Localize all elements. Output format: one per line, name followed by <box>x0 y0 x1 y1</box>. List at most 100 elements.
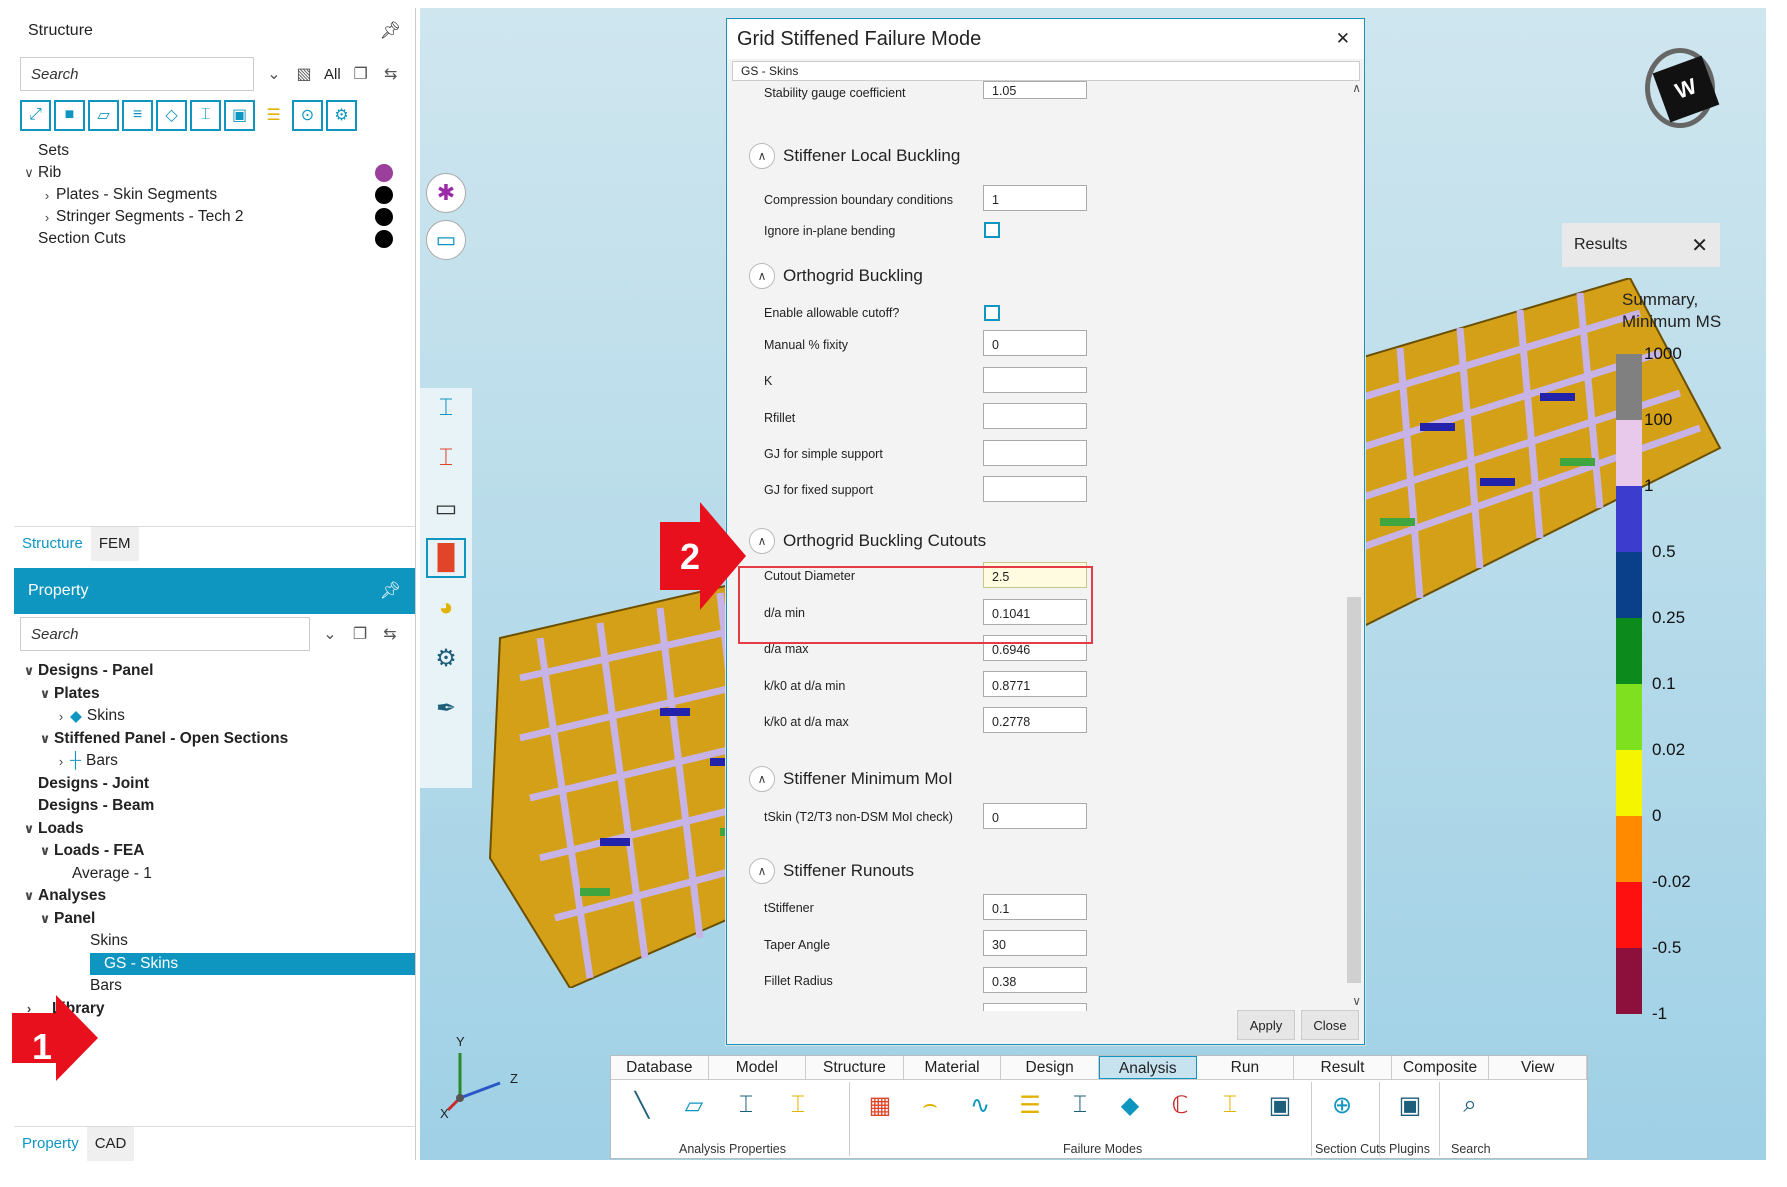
chevron-down-icon[interactable]: ∨ <box>36 686 54 702</box>
rfillet-input[interactable] <box>983 403 1087 429</box>
ribbon-tab-view[interactable]: View <box>1489 1056 1587 1079</box>
analysis-plate-icon[interactable]: ▱ <box>673 1084 715 1126</box>
rectangle-select-icon[interactable]: ▭ <box>426 220 466 260</box>
ribbon-tab-structure[interactable]: Structure <box>806 1056 904 1079</box>
chevron-up-icon[interactable]: ∧ <box>749 528 775 554</box>
chevron-down-icon[interactable]: ∨ <box>36 911 54 927</box>
beam-icon[interactable]: ⌶ <box>190 99 221 131</box>
tab-structure[interactable]: Structure <box>14 526 91 561</box>
tree-item-rib[interactable]: ∨ Rib <box>20 162 415 184</box>
section-min-moi[interactable]: ∧ Stiffener Minimum MoI <box>749 766 953 792</box>
ribbon-tab-composite[interactable]: Composite <box>1391 1056 1490 1079</box>
ribbon-tab-design[interactable]: Design <box>1001 1056 1099 1079</box>
plugins-icon[interactable]: ▣ <box>1389 1084 1431 1126</box>
beam-play-icon[interactable]: ⌶ <box>426 388 466 428</box>
gj-simple-input[interactable] <box>983 440 1087 466</box>
chevron-up-icon[interactable]: ∧ <box>749 766 775 792</box>
tree-item-designs-beam[interactable]: Designs - Beam <box>20 795 415 818</box>
tree-item-stiffened-panel[interactable]: ∨ Stiffened Panel - Open Sections <box>20 728 415 751</box>
enable-cutoff-checkbox[interactable] <box>984 305 1000 321</box>
chevron-down-icon[interactable]: ∨ <box>36 731 54 747</box>
ribbon-tab-database[interactable]: Database <box>611 1056 709 1079</box>
k0-max-input[interactable]: 0.2778 <box>983 707 1087 733</box>
tstiffener-input[interactable]: 0.1 <box>983 894 1087 920</box>
failure-fastener-icon[interactable]: ▣ <box>1259 1084 1301 1126</box>
nodes-icon[interactable]: ⤢ <box>20 99 51 131</box>
joint-icon[interactable]: ⊙ <box>292 99 323 131</box>
section-cuts-icon[interactable]: ⊕ <box>1321 1084 1363 1126</box>
cube-filter-icon[interactable]: ▧ <box>294 64 314 84</box>
sync-icon[interactable]: ⇆ <box>381 64 401 84</box>
chevron-up-icon[interactable]: ∧ <box>749 858 775 884</box>
color-dot[interactable] <box>375 164 393 182</box>
taper-angle-input[interactable]: 30 <box>983 930 1087 956</box>
search-icon[interactable]: ⌕ <box>1449 1084 1491 1126</box>
ribbon-tab-run[interactable]: Run <box>1196 1056 1295 1079</box>
chevron-down-icon[interactable]: ⌄ <box>320 624 340 644</box>
plate-icon[interactable]: ▱ <box>88 99 119 131</box>
tree-item-plates[interactable]: ∨ Plates <box>20 683 415 706</box>
tree-item-loads[interactable]: ∨ Loads <box>20 818 415 841</box>
ignore-inplane-checkbox[interactable] <box>984 222 1000 238</box>
filter-all-label[interactable]: All <box>324 66 341 83</box>
tree-item-panel[interactable]: ∨ Panel <box>20 908 415 931</box>
failure-panel-icon[interactable]: ▦ <box>859 1084 901 1126</box>
analysis-joint-icon[interactable]: ⌶ <box>777 1084 819 1126</box>
ribbon-tab-model[interactable]: Model <box>708 1056 807 1079</box>
dialog-tab-gs-skins[interactable]: GS - Skins <box>732 61 1360 81</box>
chevron-down-icon[interactable]: ∨ <box>20 888 38 904</box>
tree-item-plates[interactable]: › Plates - Skin Segments <box>20 184 415 206</box>
manual-fixity-input[interactable]: 0 <box>983 330 1087 356</box>
gear-chip-icon[interactable]: ⚙ <box>326 99 357 131</box>
collapse-all-icon[interactable]: ❐ <box>351 64 371 84</box>
tree-item-average[interactable]: Average - 1 <box>20 863 415 886</box>
tree-item-analyses-skins[interactable]: Skins <box>20 930 415 953</box>
gj-fixed-input[interactable] <box>983 476 1087 502</box>
section-stiffener-local[interactable]: ∧ Stiffener Local Buckling <box>749 143 960 169</box>
failure-crippling-icon[interactable]: ∿ <box>959 1084 1001 1126</box>
tree-item-loads-fea[interactable]: ∨ Loads - FEA <box>20 840 415 863</box>
beam-check-icon[interactable]: ⌶ <box>426 438 466 478</box>
failure-buckling-icon[interactable]: ⌢ <box>909 1084 951 1126</box>
tree-item-stringers[interactable]: › Stringer Segments - Tech 2 <box>20 206 415 228</box>
collapse-all-icon[interactable]: ❐ <box>350 624 370 644</box>
color-dot[interactable] <box>375 208 393 226</box>
pin-icon[interactable]: 📌︎ <box>379 581 401 601</box>
chevron-down-icon[interactable]: ⌄ <box>264 64 284 84</box>
chevron-up-icon[interactable]: ∧ <box>749 263 775 289</box>
chevron-right-icon[interactable]: › <box>38 210 56 225</box>
chevron-right-icon[interactable]: › <box>38 188 56 203</box>
gear-icon[interactable]: ⚙ <box>426 638 466 678</box>
ribbon-tab-analysis[interactable]: Analysis <box>1098 1056 1197 1079</box>
failure-beam-icon[interactable]: ⌶ <box>1059 1084 1101 1126</box>
property-search-input[interactable]: Search <box>20 617 310 651</box>
chevron-right-icon[interactable]: › <box>52 709 70 724</box>
color-dot[interactable] <box>375 186 393 204</box>
solid-icon[interactable]: ■ <box>54 99 85 131</box>
asterisk-icon[interactable]: ✱ <box>426 173 466 213</box>
k-input[interactable] <box>983 367 1087 393</box>
section-runouts[interactable]: ∧ Stiffener Runouts <box>749 858 914 884</box>
failure-thermal-icon[interactable]: ℂ <box>1159 1084 1201 1126</box>
cube-icon[interactable]: ▣ <box>224 99 255 131</box>
chevron-down-icon[interactable]: ∨ <box>36 843 54 859</box>
chevron-up-icon[interactable]: ∧ <box>749 143 775 169</box>
k0-min-input[interactable]: 0.8771 <box>983 671 1087 697</box>
sandwich-icon[interactable]: ≡ <box>122 99 153 131</box>
tab-property[interactable]: Property <box>14 1126 87 1161</box>
section-cutouts[interactable]: ∧ Orthogrid Buckling Cutouts <box>749 528 986 554</box>
tree-item-designs-panel[interactable]: ∨ Designs - Panel <box>20 660 415 683</box>
close-icon[interactable]: ✕ <box>1691 233 1708 258</box>
pen-icon[interactable]: ✒ <box>426 688 466 728</box>
sync-icon[interactable]: ⇆ <box>380 624 400 644</box>
chevron-right-icon[interactable]: › <box>52 754 70 769</box>
stability-gauge-input[interactable]: 1.05 <box>983 81 1087 99</box>
section-orthogrid[interactable]: ∧ Orthogrid Buckling <box>749 263 923 289</box>
tree-item-skins[interactable]: › ◆ Skins <box>20 705 415 728</box>
failure-plate-icon[interactable]: ◆ <box>1109 1084 1151 1126</box>
chevron-down-icon[interactable]: ∨ <box>20 663 38 679</box>
chevron-up-icon[interactable]: ∧ <box>1352 81 1361 95</box>
tab-fem[interactable]: FEM <box>90 526 139 561</box>
glasses-icon[interactable]: ▭ <box>426 488 466 528</box>
ribbon-tab-material[interactable]: Material <box>903 1056 1002 1079</box>
